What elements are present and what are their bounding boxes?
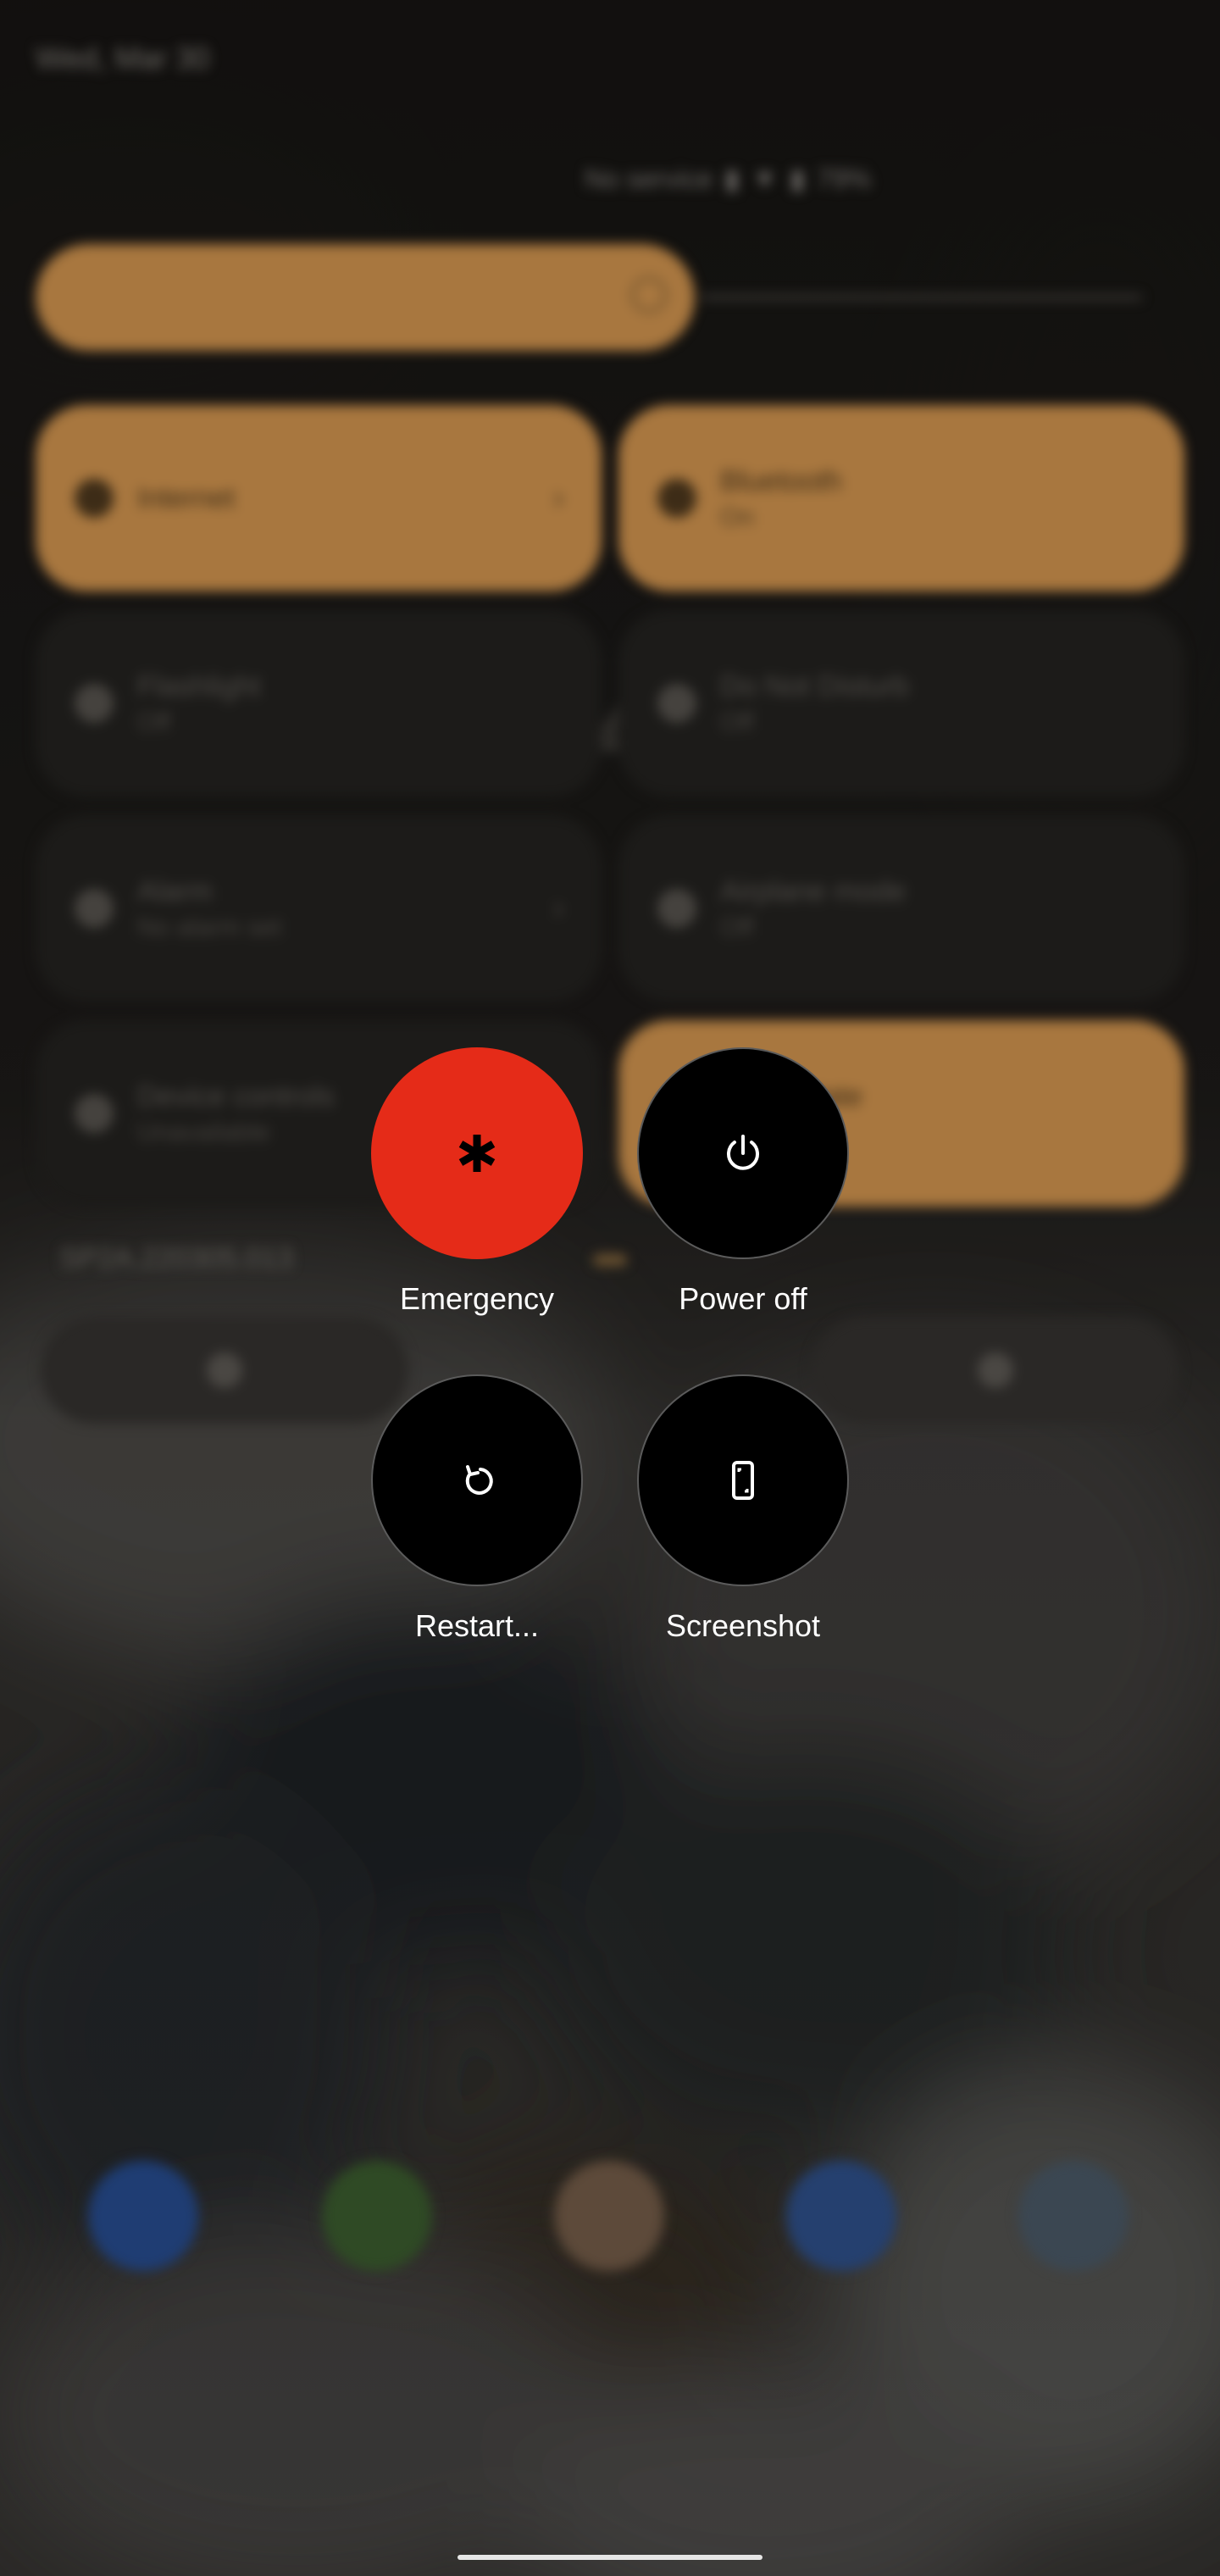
- restart-button[interactable]: [371, 1374, 583, 1586]
- power-icon: [727, 1135, 759, 1170]
- restart-icon: [465, 1465, 493, 1495]
- screenshot-button[interactable]: [637, 1374, 849, 1586]
- emergency-button[interactable]: [371, 1047, 583, 1259]
- screenshot-icon: [732, 1461, 754, 1500]
- power-menu: Emergency Power off Restart... Screensho…: [0, 0, 1220, 2576]
- restart-label: Restart...: [414, 1608, 540, 1643]
- power-off-label: Power off: [679, 1281, 807, 1316]
- asterisk-icon: [458, 1135, 496, 1172]
- power-off-button[interactable]: [637, 1047, 849, 1259]
- emergency-label: Emergency: [399, 1281, 555, 1316]
- screenshot-label: Screenshot: [665, 1608, 821, 1643]
- gesture-nav-handle[interactable]: [458, 2555, 762, 2560]
